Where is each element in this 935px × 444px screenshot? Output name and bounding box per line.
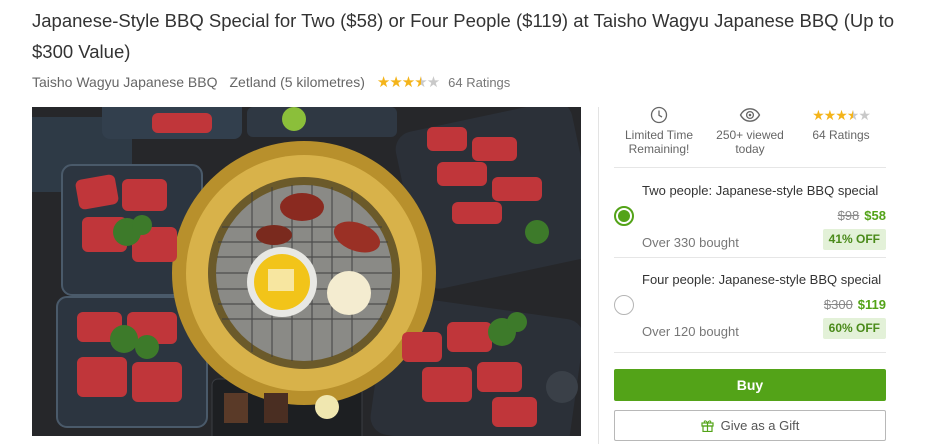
gift-label: Give as a Gift [720, 418, 800, 433]
star-icon: ★ [812, 107, 825, 123]
ratings-text: 64 Ratings [812, 128, 870, 142]
clock-icon [614, 105, 704, 125]
discount-price: $119 [857, 297, 886, 312]
buy-button[interactable]: Buy [614, 369, 886, 401]
star-icon: ★ [401, 73, 415, 91]
limited-time-text: Limited Time Remaining! [624, 128, 694, 156]
ratings-count-link[interactable]: 64 Ratings [448, 75, 510, 90]
discount-badge: 41% OFF [822, 229, 886, 250]
merchant-location[interactable]: Zetland (5 kilometres) [229, 74, 364, 90]
star-icon: ★ [389, 73, 402, 91]
bought-count: Over 120 bought [642, 324, 739, 339]
deal-stats: Limited Time Remaining! 250+ viewed toda… [614, 105, 886, 165]
star-icon: ★ [823, 107, 837, 123]
discount-badge: 60% OFF [822, 318, 886, 339]
original-price: $98 [837, 208, 860, 223]
merchant-name[interactable]: Taisho Wagyu Japanese BBQ [32, 74, 217, 90]
eye-icon [705, 105, 795, 125]
viewed-text: 250+ viewed today [716, 128, 784, 156]
option-prices: $300 $119 [824, 297, 886, 312]
bought-count: Over 330 bought [642, 235, 739, 250]
star-icon: ★ [426, 73, 440, 91]
half-star-icon: ★ [846, 107, 860, 123]
star-icon: ★ [835, 107, 848, 123]
rating-stars: ★ ★ ★ ★ ★ [376, 73, 440, 91]
option-two-people[interactable]: Two people: Japanese-style BBQ special $… [614, 168, 886, 254]
original-price: $300 [823, 297, 853, 312]
discount-price: $58 [864, 208, 886, 223]
star-icon: ★ [376, 73, 390, 91]
deal-title: Japanese-Style BBQ Special for Two ($58)… [32, 10, 895, 62]
half-star-icon: ★ [414, 73, 427, 91]
limited-time-stat: Limited Time Remaining! [614, 105, 704, 156]
option-prices: $98 $58 [838, 208, 886, 223]
option-four-people[interactable]: Four people: Japanese-style BBQ special … [614, 257, 886, 343]
star-icon: ★ [858, 107, 871, 123]
rating-stars: ★ ★ ★ ★ ★ [812, 107, 871, 123]
ratings-stat[interactable]: ★ ★ ★ ★ ★ 64 Ratings [796, 105, 886, 142]
divider [614, 352, 886, 353]
gift-icon [701, 419, 714, 432]
column-divider [598, 107, 599, 444]
option-title: Four people: Japanese-style BBQ special [642, 272, 882, 287]
deal-subheader: Taisho Wagyu Japanese BBQ Zetland (5 kil… [32, 72, 510, 92]
option-radio-selected[interactable] [614, 206, 634, 226]
deal-photo[interactable] [32, 107, 581, 436]
option-title: Two people: Japanese-style BBQ special [642, 183, 879, 198]
gift-button[interactable]: Give as a Gift [614, 410, 886, 441]
option-radio[interactable] [614, 295, 634, 315]
viewed-stat: 250+ viewed today [705, 105, 795, 156]
